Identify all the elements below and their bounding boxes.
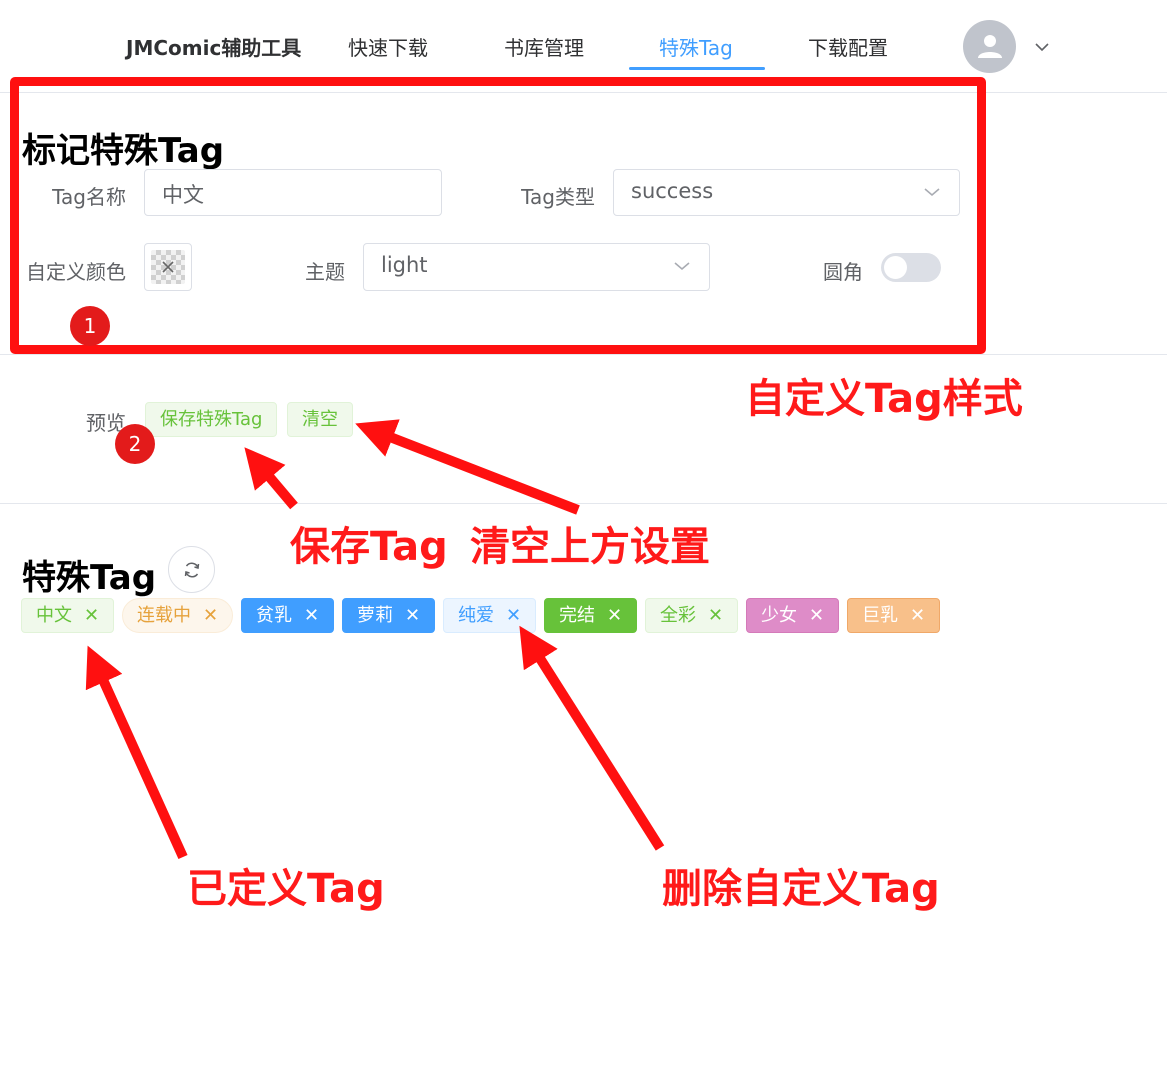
arrow-delete-tag <box>519 625 665 851</box>
arrow-save-tag <box>244 447 298 510</box>
annotation-arrows <box>85 419 665 860</box>
arrow-clear-settings <box>355 419 580 515</box>
arrow-defined-tag <box>85 645 188 860</box>
